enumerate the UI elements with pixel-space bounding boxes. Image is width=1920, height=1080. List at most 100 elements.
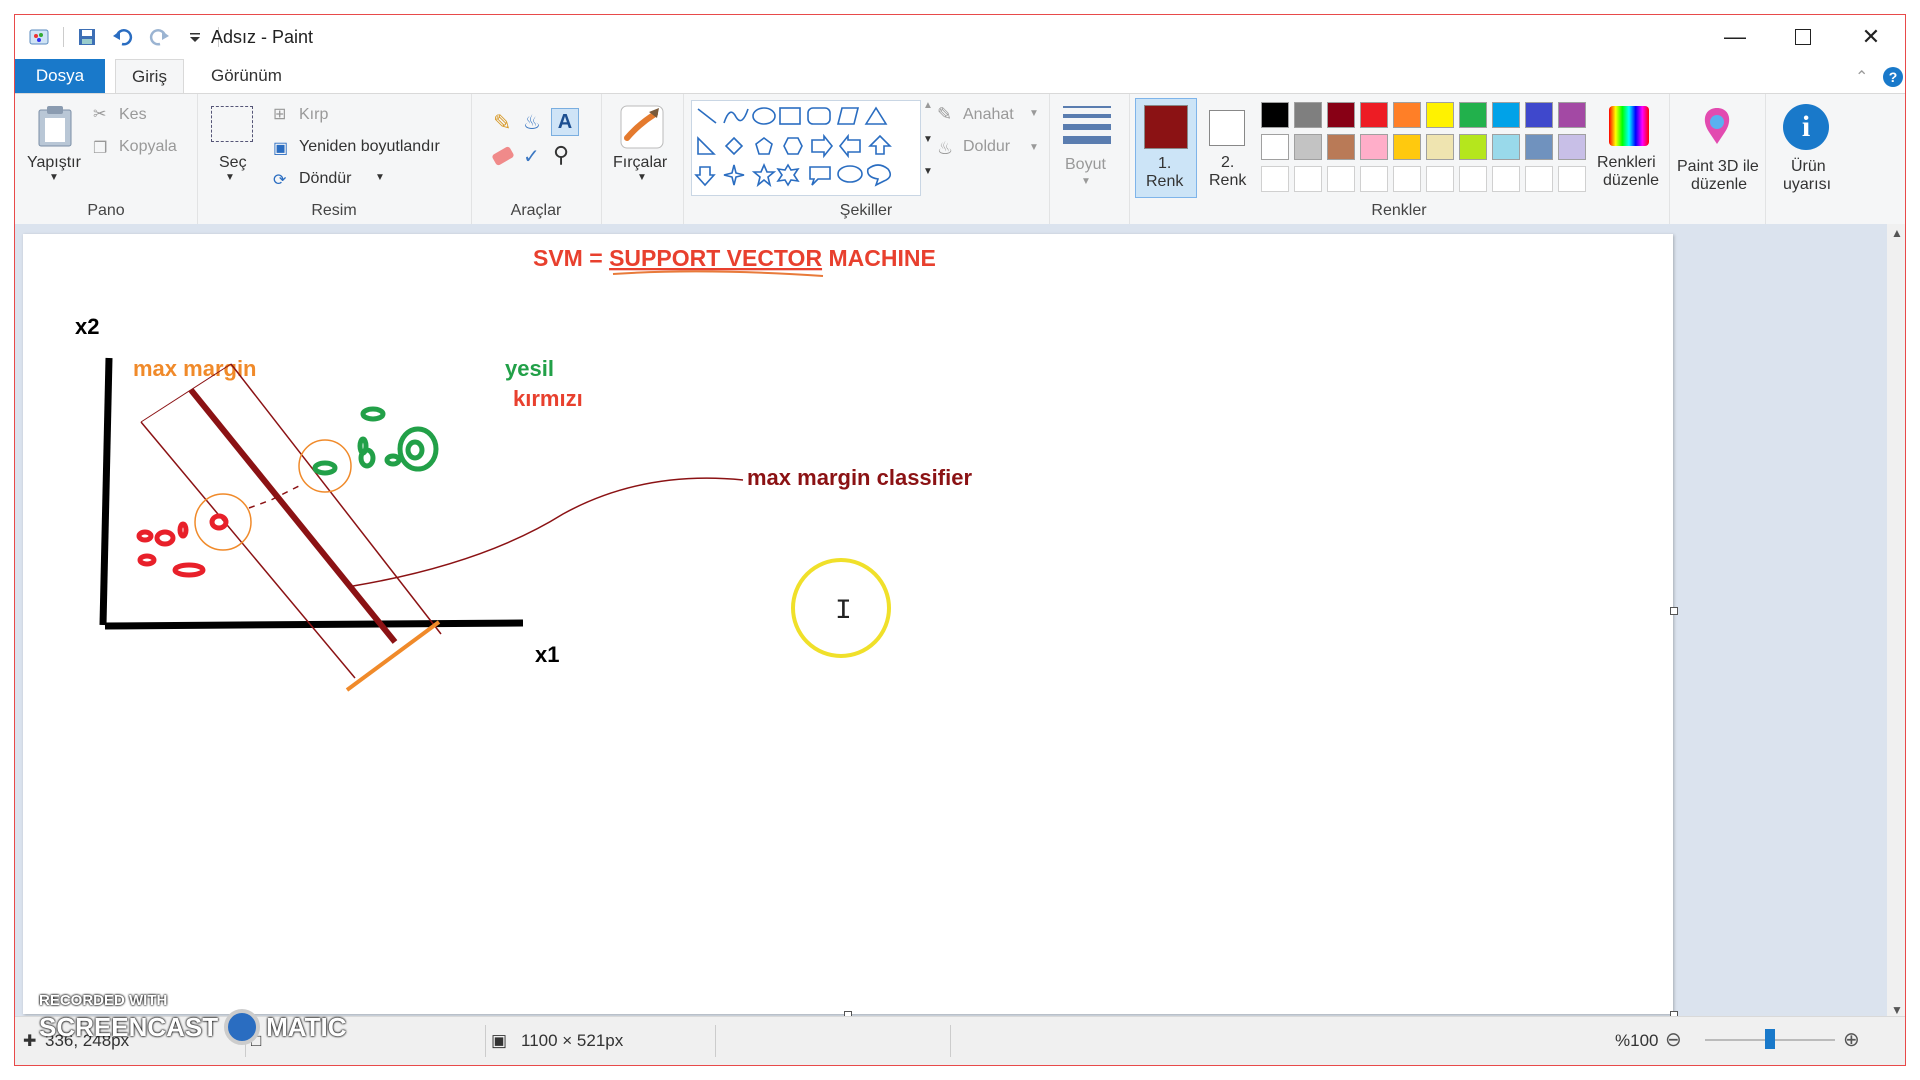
palette-swatch[interactable]: [1294, 102, 1322, 128]
scroll-down-icon[interactable]: ▼: [1891, 1003, 1903, 1017]
eraser-icon[interactable]: [491, 145, 515, 167]
palette-empty-slot[interactable]: [1426, 166, 1454, 192]
palette-swatch[interactable]: [1393, 134, 1421, 160]
zoom-in-icon[interactable]: ⊕: [1843, 1027, 1860, 1052]
palette-empty-slot[interactable]: [1294, 166, 1322, 192]
paint-app-icon[interactable]: [27, 25, 53, 49]
size-button[interactable]: Boyut ▼: [1049, 94, 1130, 224]
group-image: Seç ▼ ⊞ Kırp ▣ Yeniden boyutlandır ⟳ Dön…: [197, 94, 472, 224]
select-button[interactable]: Seç ▼: [205, 100, 261, 200]
palette-swatch[interactable]: [1327, 102, 1355, 128]
palette-swatch[interactable]: [1327, 134, 1355, 160]
drawing-svg: SVM = SUPPORT VECTOR MACHINE x2 x1 max m…: [75, 245, 972, 692]
shapes-gallery[interactable]: [691, 100, 921, 196]
size-icon: [1063, 106, 1111, 144]
color-palette: [1261, 102, 1591, 198]
resize-handle-right[interactable]: [1670, 607, 1678, 615]
redo-icon[interactable]: [146, 25, 172, 49]
scroll-up-icon[interactable]: ▲: [1891, 226, 1903, 240]
magnifier-icon[interactable]: ⚲: [553, 142, 569, 168]
minimize-button[interactable]: —: [1701, 15, 1769, 59]
color1-button[interactable]: 1. Renk: [1135, 98, 1197, 198]
palette-swatch[interactable]: [1525, 134, 1553, 160]
axis-y-label: x2: [75, 314, 99, 339]
vertical-scrollbar[interactable]: ▲ ▼: [1887, 224, 1905, 1019]
edit-colors-button[interactable]: Renkleri düzenle: [1595, 98, 1665, 198]
canvas-size: 1100 × 521px: [521, 1031, 624, 1050]
y-axis-line: [99, 357, 113, 626]
fill-label: Doldur: [963, 138, 1011, 155]
palette-empty-slot[interactable]: [1327, 166, 1355, 192]
customize-qat-icon[interactable]: [182, 25, 208, 49]
outline-icon: ✎: [937, 104, 953, 124]
drawing-canvas[interactable]: SVM = SUPPORT VECTOR MACHINE x2 x1 max m…: [23, 234, 1673, 1014]
resize-label: Yeniden boyutlandır: [299, 138, 440, 155]
palette-empty-slot[interactable]: [1558, 166, 1586, 192]
paint3d-button[interactable]: Paint 3D ile düzenle: [1669, 94, 1766, 224]
color2-button[interactable]: 2. Renk: [1201, 98, 1253, 196]
title-underline-stroke: [612, 270, 824, 277]
palette-empty-slot[interactable]: [1459, 166, 1487, 192]
fill-bucket-icon[interactable]: ♨: [523, 110, 541, 135]
palette-swatch[interactable]: [1393, 102, 1421, 128]
palette-empty-slot[interactable]: [1261, 166, 1289, 192]
paint-window: Adsız - Paint — ✕ Dosya Giriş Görünüm ⌃ …: [14, 14, 1906, 1066]
copy-icon: ❐: [93, 140, 108, 157]
palette-swatch[interactable]: [1492, 102, 1520, 128]
help-icon[interactable]: ?: [1883, 67, 1903, 87]
palette-swatch[interactable]: [1360, 102, 1388, 128]
shapes-scroll[interactable]: ▲ ▼ ▼: [923, 100, 937, 194]
quick-access-toolbar: [27, 25, 219, 49]
group-label-colors: Renkler: [1371, 202, 1427, 219]
palette-swatch[interactable]: [1261, 102, 1289, 128]
close-button[interactable]: ✕: [1837, 15, 1905, 59]
zoom-out-icon[interactable]: ⊖: [1665, 1027, 1682, 1052]
palette-swatch[interactable]: [1558, 102, 1586, 128]
group-label-shapes: Şekiller: [839, 202, 893, 219]
text-tool-icon[interactable]: A: [551, 108, 579, 136]
resize-icon: ▣: [273, 140, 289, 157]
group-tools: ✎ ♨ A ✓ ⚲ Araçlar: [471, 94, 602, 224]
fill-icon: ♨: [937, 138, 954, 158]
maximize-button[interactable]: [1769, 15, 1837, 59]
palette-swatch[interactable]: [1459, 102, 1487, 128]
zoom-slider-thumb[interactable]: [1765, 1029, 1775, 1049]
group-label-image: Resim: [311, 202, 357, 219]
tab-file[interactable]: Dosya: [15, 59, 105, 93]
tab-home[interactable]: Giriş: [115, 59, 184, 94]
color1-label: Renk: [1146, 173, 1184, 190]
palette-swatch[interactable]: [1492, 134, 1520, 160]
palette-swatch[interactable]: [1426, 134, 1454, 160]
color2-label: Renk: [1209, 172, 1247, 189]
palette-swatch[interactable]: [1525, 102, 1553, 128]
undo-icon[interactable]: [110, 25, 136, 49]
paint3d-icon: [1704, 108, 1730, 144]
pencil-icon[interactable]: ✎: [493, 110, 511, 136]
palette-swatch[interactable]: [1426, 102, 1454, 128]
crop-label: Kırp: [299, 106, 329, 123]
color-picker-icon[interactable]: ✓: [523, 144, 540, 169]
shapes-up-icon: ▲: [923, 100, 933, 111]
window-title: Adsız - Paint: [211, 27, 314, 47]
save-icon[interactable]: [74, 25, 100, 49]
screencast-watermark: RECORDED WITH SCREENCAST MATIC: [39, 992, 347, 1045]
product-alert-label-1: Ürün: [1791, 158, 1826, 175]
cut-label: Kes: [119, 106, 147, 123]
brushes-button[interactable]: Fırçalar ▼: [611, 100, 673, 200]
palette-empty-slot[interactable]: [1525, 166, 1553, 192]
palette-swatch[interactable]: [1294, 134, 1322, 160]
palette-swatch[interactable]: [1558, 134, 1586, 160]
outline-label: Anahat: [963, 106, 1014, 123]
tab-view[interactable]: Görünüm: [195, 59, 298, 93]
palette-swatch[interactable]: [1360, 134, 1388, 160]
palette-empty-slot[interactable]: [1360, 166, 1388, 192]
brush-icon: [620, 105, 664, 149]
palette-swatch[interactable]: [1459, 134, 1487, 160]
palette-empty-slot[interactable]: [1492, 166, 1520, 192]
product-alert-button[interactable]: i Ürün uyarısı: [1765, 94, 1847, 224]
palette-empty-slot[interactable]: [1393, 166, 1421, 192]
paste-button[interactable]: Yapıştır ▼: [21, 100, 87, 200]
brushes-dropdown-icon: ▼: [637, 172, 647, 183]
collapse-ribbon-icon[interactable]: ⌃: [1855, 67, 1868, 87]
palette-swatch[interactable]: [1261, 134, 1289, 160]
